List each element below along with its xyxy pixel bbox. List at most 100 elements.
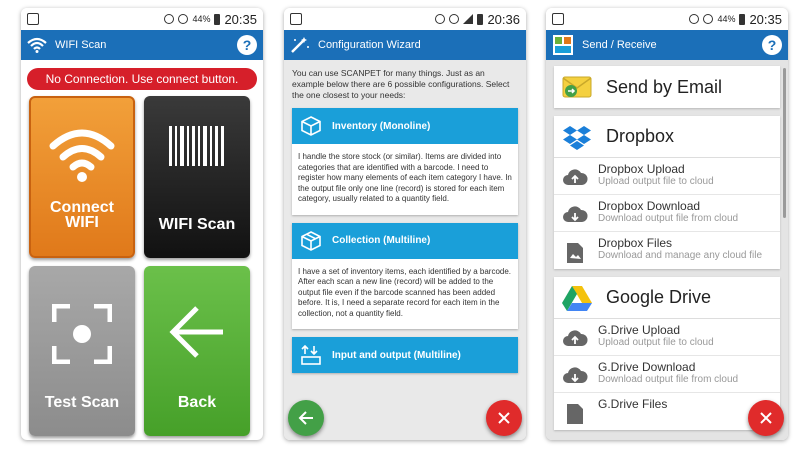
file-icon bbox=[567, 243, 583, 263]
item-title: G.Drive Download bbox=[598, 360, 696, 374]
app-bar: Configuration Wizard bbox=[284, 30, 526, 60]
card-title: Inventory (Monoline) bbox=[332, 120, 431, 132]
config-card-input-output[interactable]: Input and output (Multiline) bbox=[292, 337, 518, 373]
connect-wifi-button[interactable]: Connect WIFI bbox=[29, 96, 135, 258]
screenshot-icon bbox=[552, 13, 564, 25]
item-title: Dropbox Files bbox=[598, 236, 673, 250]
cube-icon bbox=[301, 116, 321, 136]
dropbox-upload-item[interactable]: Dropbox Upload Upload output file to clou… bbox=[554, 158, 780, 195]
battery-icon bbox=[214, 13, 221, 25]
item-title: G.Drive Files bbox=[598, 397, 668, 411]
arrow-left-icon bbox=[298, 411, 313, 425]
gdrive-files-item[interactable]: G.Drive Files bbox=[554, 393, 780, 430]
alarm-icon bbox=[435, 14, 446, 24]
cloud-download-icon bbox=[563, 206, 588, 222]
google-drive-icon bbox=[562, 285, 592, 311]
status-bar: 44% 20:35 bbox=[21, 8, 263, 30]
connection-banner: No Connection. Use connect button. bbox=[27, 68, 257, 90]
item-subtitle: Download output file from cloud bbox=[598, 213, 739, 224]
status-bar: 44% 20:35 bbox=[546, 8, 788, 30]
clock: 20:35 bbox=[224, 11, 257, 27]
close-fab[interactable] bbox=[486, 400, 522, 436]
previous-fab[interactable] bbox=[288, 400, 324, 436]
section-title: Send by Email bbox=[606, 76, 723, 97]
card-title: Input and output (Multiline) bbox=[332, 349, 461, 361]
scrollbar[interactable] bbox=[783, 68, 786, 218]
question-icon[interactable]: ? bbox=[237, 35, 257, 55]
item-subtitle: Download and manage any cloud file bbox=[598, 250, 762, 261]
gdrive-header: Google Drive bbox=[554, 277, 780, 319]
close-icon bbox=[760, 412, 772, 424]
item-subtitle: Upload output file to cloud bbox=[598, 176, 714, 187]
tile-label: Connect WIFI bbox=[50, 199, 114, 231]
gdrive-upload-item[interactable]: G.Drive Upload Upload output file to clou… bbox=[554, 319, 780, 356]
app-bar-title: Configuration Wizard bbox=[318, 39, 421, 51]
test-scan-button[interactable]: Test Scan bbox=[29, 266, 135, 436]
magic-wand-icon bbox=[291, 37, 309, 53]
wifi-icon bbox=[27, 37, 47, 53]
signal-icon bbox=[463, 14, 474, 24]
scan-frame-icon bbox=[52, 304, 112, 364]
email-icon bbox=[562, 76, 592, 98]
phone-wifi-scan: 44% 20:35 WIFI Scan ? No Connection. Use… bbox=[21, 8, 263, 440]
barcode-icon bbox=[169, 126, 224, 166]
card-header[interactable]: Inventory (Monoline) bbox=[292, 108, 518, 144]
dropbox-download-item[interactable]: Dropbox Download Download output file fro… bbox=[554, 195, 780, 232]
tile-label: WIFI Scan bbox=[158, 216, 236, 233]
dropbox-files-item[interactable]: Dropbox Files Download and manage any clo… bbox=[554, 232, 780, 269]
app-bar: Send / Receive ? bbox=[546, 30, 788, 60]
question-icon[interactable]: ? bbox=[762, 35, 782, 55]
app-logo-icon bbox=[553, 35, 573, 55]
item-title: Dropbox Download bbox=[598, 199, 701, 213]
card-header[interactable]: Input and output (Multiline) bbox=[292, 337, 518, 373]
card-header[interactable]: Collection (Multiline) bbox=[292, 222, 518, 259]
app-bar: WIFI Scan ? bbox=[21, 30, 263, 60]
screenshot-icon bbox=[290, 13, 302, 25]
battery-percent: 44% bbox=[717, 14, 736, 24]
battery-icon bbox=[739, 13, 746, 25]
wifi-icon bbox=[49, 129, 115, 182]
send-by-email-button[interactable]: Send by Email bbox=[554, 66, 780, 108]
send-receive-content: Send by Email Dropbox Dropbox Upload Uplo… bbox=[546, 60, 788, 440]
app-bar-title: Send / Receive bbox=[582, 39, 657, 51]
gdrive-download-item[interactable]: G.Drive Download Download output file fro… bbox=[554, 356, 780, 393]
battery-percent: 44% bbox=[192, 14, 211, 24]
close-fab[interactable] bbox=[748, 400, 784, 436]
close-icon bbox=[498, 412, 510, 424]
item-title: G.Drive Upload bbox=[598, 323, 681, 337]
status-bar: 20:36 bbox=[284, 8, 526, 30]
phone-config-wizard: 20:36 Configuration Wizard You can use S… bbox=[284, 8, 526, 440]
item-subtitle: Download output file from cloud bbox=[598, 374, 739, 385]
config-card-inventory[interactable]: Inventory (Monoline) I handle the store … bbox=[292, 108, 518, 215]
item-title: Dropbox Upload bbox=[598, 162, 685, 176]
clock: 20:36 bbox=[487, 11, 520, 27]
dropbox-icon bbox=[563, 125, 591, 150]
cloud-upload-icon bbox=[563, 330, 588, 346]
screenshot-icon bbox=[27, 13, 39, 25]
wifi-scan-button[interactable]: WIFI Scan bbox=[144, 96, 250, 258]
wizard-content: You can use SCANPET for many things. Jus… bbox=[284, 60, 526, 440]
dropbox-section: Dropbox Dropbox Upload Upload output file… bbox=[554, 116, 780, 269]
item-subtitle: Upload output file to cloud bbox=[598, 337, 714, 348]
file-icon bbox=[567, 404, 583, 424]
in-out-icon bbox=[301, 344, 321, 365]
battery-icon bbox=[477, 13, 484, 25]
tile-label: Test Scan bbox=[44, 394, 120, 411]
app-bar-title: WIFI Scan bbox=[55, 39, 107, 51]
cloud-download-icon bbox=[563, 367, 588, 383]
intro-text: You can use SCANPET for many things. Jus… bbox=[292, 68, 510, 100]
alarm-icon bbox=[164, 14, 175, 24]
email-section: Send by Email bbox=[554, 66, 780, 108]
gdrive-section: Google Drive G.Drive Upload Upload output… bbox=[554, 277, 780, 430]
card-title: Collection (Multiline) bbox=[332, 235, 431, 246]
no-disturb-icon bbox=[449, 14, 460, 24]
back-button[interactable]: Back bbox=[144, 266, 250, 436]
section-title: Google Drive bbox=[606, 287, 712, 307]
alarm-icon bbox=[689, 14, 700, 24]
dropbox-header: Dropbox bbox=[554, 116, 780, 158]
config-card-collection[interactable]: Collection (Multiline) I have a set of i… bbox=[292, 222, 518, 329]
no-disturb-icon bbox=[178, 14, 189, 24]
section-title: Dropbox bbox=[606, 126, 675, 146]
tile-label: Back bbox=[177, 394, 217, 411]
cube-outline-icon bbox=[301, 230, 321, 251]
